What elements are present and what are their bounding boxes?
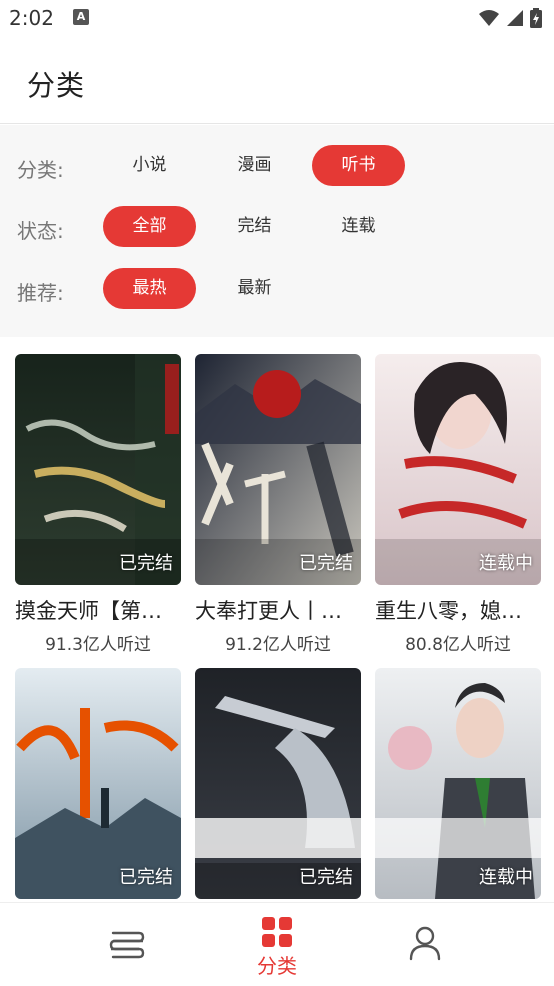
nav-item-shelf[interactable] [72,903,182,986]
book-status-badge: 已完结 [299,867,353,888]
screen: 2:02 A 分类 分类: 小说 漫画 听书 状态: 全部 完结 连载 推荐: … [0,0,554,986]
chip-newest[interactable]: 最新 [208,268,301,309]
book-listeners: 80.8亿人听过 [405,635,511,655]
notification-icon: A [73,9,89,25]
chip-novel[interactable]: 小说 [103,145,196,186]
book-listeners: 91.2亿人听过 [225,635,331,655]
filter-panel: 分类: 小说 漫画 听书 状态: 全部 完结 连载 推荐: 最热 最新 [0,125,554,337]
book-cover[interactable]: 连载中 [375,354,541,585]
wifi-icon [479,10,499,26]
filter-row-recommend: 推荐: 最热 最新 [0,268,554,310]
book-status-badge: 已完结 [299,553,353,574]
chip-comic[interactable]: 漫画 [208,145,301,186]
nav-label-category: 分类 [257,954,297,978]
bottom-nav: 分类 [0,902,554,986]
nav-item-category[interactable]: 分类 [222,903,332,986]
book-card[interactable]: 已完结 [195,668,361,899]
book-status-badge: 已完结 [119,553,173,574]
book-cover[interactable]: 已完结 [195,668,361,899]
signal-icon [507,10,523,26]
shelf-icon [109,931,145,959]
filter-label-status: 状态: [17,219,64,243]
book-status-badge: 连载中 [479,553,533,574]
app-bar: 分类 [0,40,554,124]
book-cover[interactable]: 已完结 [15,354,181,585]
chip-hottest[interactable]: 最热 [103,268,196,309]
chip-audiobook[interactable]: 听书 [312,145,405,186]
book-status-badge: 已完结 [119,867,173,888]
book-listeners: 91.3亿人听过 [45,635,151,655]
chip-all[interactable]: 全部 [103,206,196,247]
book-card[interactable]: 已完结 大奉打更人丨… 91.2亿人听过 [195,354,361,655]
book-title[interactable]: 重生八零，媳… [375,595,541,625]
category-icon [262,917,292,947]
book-card[interactable]: 连载中 重生八零，媳… 80.8亿人听过 [375,354,541,655]
filter-label-category: 分类: [17,158,64,182]
profile-icon [409,926,441,961]
book-card[interactable]: 已完结 [15,668,181,899]
filter-row-status: 状态: 全部 完结 连载 [0,206,554,248]
page-title: 分类 [27,69,86,102]
book-status-badge: 连载中 [479,867,533,888]
book-title[interactable]: 大奉打更人丨… [195,595,361,625]
book-title[interactable]: 摸金天师【第… [15,595,181,625]
status-icons [478,8,542,28]
status-time: 2:02 [9,6,54,30]
book-card[interactable]: 连载中 [375,668,541,899]
book-cover[interactable]: 已完结 [195,354,361,585]
chip-completed[interactable]: 完结 [208,206,301,247]
status-bar: 2:02 A [0,0,554,40]
filter-label-recommend: 推荐: [17,281,64,305]
chip-ongoing[interactable]: 连载 [312,206,405,247]
nav-item-profile[interactable] [370,903,480,986]
filter-row-category: 分类: 小说 漫画 听书 [0,145,554,187]
battery-icon [530,8,542,28]
book-card[interactable]: 已完结 摸金天师【第… 91.3亿人听过 [15,354,181,655]
book-cover[interactable]: 已完结 [15,668,181,899]
book-cover[interactable]: 连载中 [375,668,541,899]
